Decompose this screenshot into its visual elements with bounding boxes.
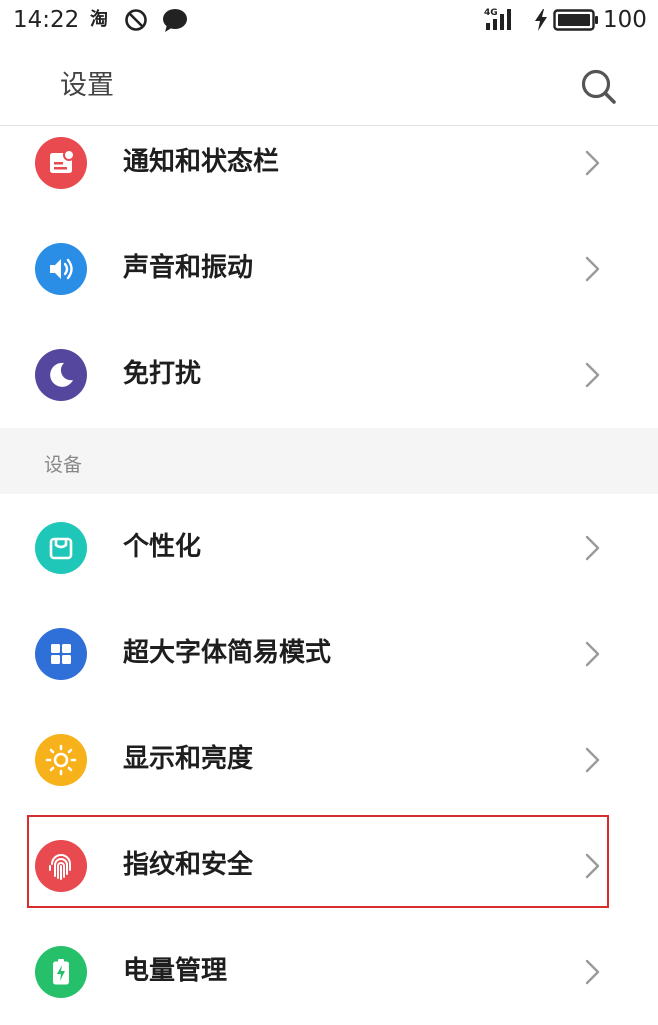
- notification-icon: [35, 137, 87, 189]
- chevron-right-icon: [585, 641, 600, 667]
- search-icon: [581, 69, 616, 104]
- section-title: 设备: [44, 454, 83, 476]
- settings-item-label: 声音和振动: [123, 253, 254, 283]
- sun-icon: [35, 734, 87, 786]
- fingerprint-icon: [35, 840, 87, 892]
- settings-item-label: 电量管理: [123, 956, 228, 986]
- settings-item-label: 指纹和安全: [123, 850, 254, 880]
- settings-item-fingerprint-security[interactable]: 指纹和安全: [0, 813, 658, 919]
- section-header-device: 设备: [0, 428, 658, 494]
- settings-item-label: 个性化: [123, 532, 202, 562]
- grid-icon: [35, 628, 87, 680]
- chevron-right-icon: [585, 256, 600, 282]
- message-icon: [163, 9, 187, 32]
- status-time: 14:22: [13, 7, 80, 33]
- personalization-icon: [35, 522, 87, 574]
- settings-item-label: 通知和状态栏: [123, 147, 280, 177]
- settings-item-notifications[interactable]: 通知和状态栏: [0, 110, 658, 216]
- do-not-disturb-icon: [125, 9, 147, 31]
- signal-icon: 4G: [484, 8, 511, 30]
- moon-icon: [35, 349, 87, 401]
- page-title: 设置: [60, 70, 114, 101]
- charging-icon: [535, 9, 547, 31]
- settings-item-display-brightness[interactable]: 显示和亮度: [0, 707, 658, 813]
- network-type: 4G: [484, 8, 498, 18]
- chevron-right-icon: [585, 959, 600, 985]
- settings-item-label: 超大字体简易模式: [123, 638, 332, 668]
- battery-status-icon: [553, 9, 598, 31]
- search-button[interactable]: [576, 64, 622, 110]
- status-bar: 14:22 淘 4G 100: [0, 0, 658, 40]
- battery-icon: [35, 946, 87, 998]
- battery-level: 100: [603, 7, 647, 33]
- chevron-right-icon: [585, 747, 600, 773]
- settings-item-sound[interactable]: 声音和振动: [0, 216, 658, 322]
- sound-icon: [35, 243, 87, 295]
- settings-item-personalization[interactable]: 个性化: [0, 495, 658, 601]
- chevron-right-icon: [585, 853, 600, 879]
- settings-item-label: 免打扰: [123, 359, 202, 389]
- settings-item-large-font-mode[interactable]: 超大字体简易模式: [0, 601, 658, 707]
- settings-item-label: 显示和亮度: [123, 744, 254, 774]
- chevron-right-icon: [585, 535, 600, 561]
- chevron-right-icon: [585, 150, 600, 176]
- settings-item-do-not-disturb[interactable]: 免打扰: [0, 322, 658, 428]
- settings-item-battery-management[interactable]: 电量管理: [0, 919, 658, 1025]
- taobao-notification-icon: 淘: [90, 9, 108, 30]
- chevron-right-icon: [585, 362, 600, 388]
